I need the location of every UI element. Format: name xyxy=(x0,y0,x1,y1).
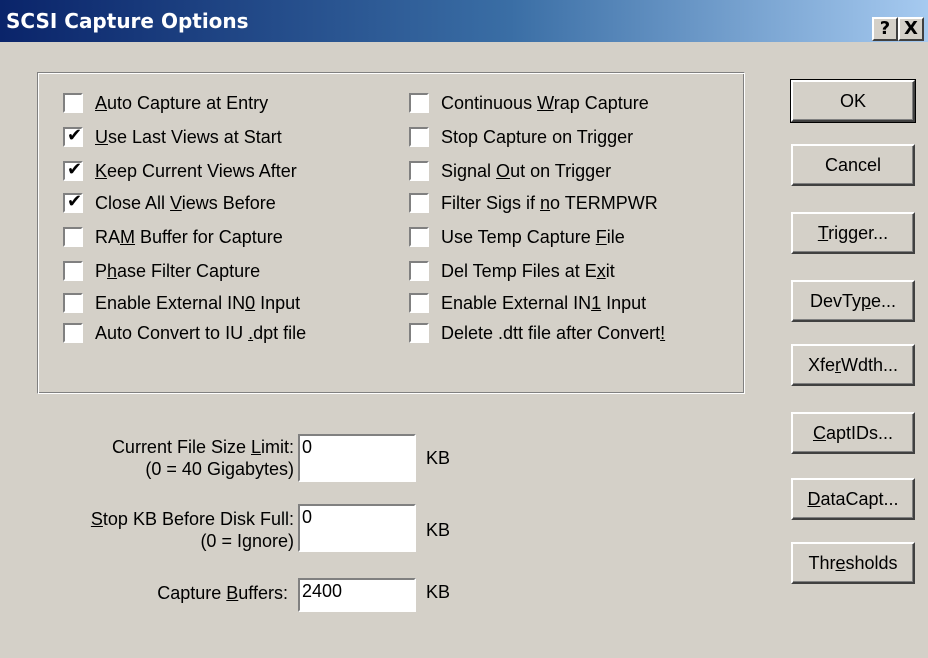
checkmark-icon: ✔ xyxy=(67,159,83,180)
checkbox-box[interactable] xyxy=(409,127,429,147)
checkbox-box[interactable] xyxy=(409,161,429,181)
trigger-button[interactable]: Trigger... xyxy=(791,212,915,254)
datacapt-button[interactable]: DataCapt... xyxy=(791,478,915,520)
checkbox-label: Stop Capture on Trigger xyxy=(441,126,634,147)
checkmark-icon: ✔ xyxy=(67,125,83,146)
checkmark-icon: ✔ xyxy=(67,191,83,212)
checkbox-label: Phase Filter Capture xyxy=(95,260,261,281)
capture-buffers-unit: KB xyxy=(426,582,451,602)
checkbox-label: Auto Convert to IU .dpt file xyxy=(95,322,307,343)
file-size-label-line1: Current File Size Limit: xyxy=(111,437,294,457)
file-size-label-line2: (0 = 40 Gigabytes) xyxy=(145,459,294,479)
checkbox-box[interactable]: ✔ xyxy=(63,125,83,147)
checkbox-auto-convert[interactable]: Auto Convert to IU .dpt file xyxy=(63,320,306,346)
stop-kb-input[interactable]: 0 xyxy=(298,504,416,552)
capture-buffers-input[interactable]: 2400 xyxy=(298,578,416,612)
checkbox-box[interactable] xyxy=(409,323,429,343)
checkbox-box[interactable] xyxy=(409,261,429,281)
checkbox-label: Use Temp Capture File xyxy=(441,226,625,247)
help-button[interactable]: ? xyxy=(872,17,898,41)
devtype-button[interactable]: DevType... xyxy=(791,280,915,322)
stop-kb-unit: KB xyxy=(426,520,451,540)
stop-kb-label-line2: (0 = Ignore) xyxy=(200,531,294,551)
file-size-unit: KB xyxy=(426,448,451,468)
checkbox-label: Filter Sigs if no TERMPWR xyxy=(441,192,658,213)
checkbox-temp-capture-file[interactable]: Use Temp Capture File xyxy=(409,224,625,250)
checkbox-label: Enable External IN0 Input xyxy=(95,292,301,313)
checkbox-external-in0[interactable]: Enable External IN0 Input xyxy=(63,290,300,316)
checkbox-stop-on-trigger[interactable]: Stop Capture on Trigger xyxy=(409,124,633,150)
checkbox-label: Delete .dtt file after Convert! xyxy=(441,322,666,343)
checkbox-label: RAM Buffer for Capture xyxy=(95,226,283,247)
checkbox-box[interactable] xyxy=(63,93,83,113)
file-size-label: Current File Size Limit: (0 = 40 Gigabyt… xyxy=(40,436,294,480)
checkbox-del-temp-files[interactable]: Del Temp Files at Exit xyxy=(409,258,615,284)
title-bar[interactable]: SCSI Capture Options ? X xyxy=(0,0,928,42)
checkbox-continuous-wrap[interactable]: Continuous Wrap Capture xyxy=(409,90,649,116)
checkbox-ram-buffer[interactable]: RAM Buffer for Capture xyxy=(63,224,283,250)
capture-buffers-label: Capture Buffers: xyxy=(157,583,288,603)
checkbox-box[interactable] xyxy=(409,227,429,247)
checkbox-label: Signal Out on Trigger xyxy=(441,160,612,181)
thresholds-button[interactable]: Thresholds xyxy=(791,542,915,584)
ok-button[interactable]: OK xyxy=(790,79,916,123)
checkbox-close-all-views[interactable]: ✔ Close All Views Before xyxy=(63,190,276,216)
checkbox-box[interactable] xyxy=(409,93,429,113)
checkbox-box[interactable] xyxy=(63,261,83,281)
checkbox-label: Auto Capture at Entry xyxy=(95,92,269,113)
stop-kb-label: Stop KB Before Disk Full: (0 = Ignore) xyxy=(10,508,294,552)
checkbox-external-in1[interactable]: Enable External IN1 Input xyxy=(409,290,646,316)
checkbox-label: Use Last Views at Start xyxy=(95,126,282,147)
checkbox-label: Close All Views Before xyxy=(95,192,276,213)
checkbox-box[interactable] xyxy=(409,293,429,313)
xferwdth-button[interactable]: XferWdth... xyxy=(791,344,915,386)
checkbox-use-last-views[interactable]: ✔ Use Last Views at Start xyxy=(63,124,282,150)
checkbox-keep-current-views[interactable]: ✔ Keep Current Views After xyxy=(63,158,297,184)
cancel-button[interactable]: Cancel xyxy=(791,144,915,186)
window-title: SCSI Capture Options xyxy=(6,9,249,33)
checkbox-filter-sigs[interactable]: Filter Sigs if no TERMPWR xyxy=(409,190,658,216)
checkbox-box[interactable] xyxy=(63,323,83,343)
file-size-input[interactable]: 0 xyxy=(298,434,416,482)
checkbox-box[interactable] xyxy=(63,227,83,247)
checkbox-phase-filter[interactable]: Phase Filter Capture xyxy=(63,258,260,284)
checkbox-auto-capture-at-entry[interactable]: Auto Capture at Entry xyxy=(63,90,268,116)
checkbox-box[interactable] xyxy=(63,293,83,313)
checkbox-delete-dtt[interactable]: Delete .dtt file after Convert! xyxy=(409,320,665,346)
close-button[interactable]: X xyxy=(898,17,924,41)
checkbox-box[interactable]: ✔ xyxy=(63,159,83,181)
checkbox-label: Enable External IN1 Input xyxy=(441,292,647,313)
checkbox-box[interactable] xyxy=(409,193,429,213)
captids-button[interactable]: CaptIDs... xyxy=(791,412,915,454)
checkbox-label: Keep Current Views After xyxy=(95,160,297,181)
checkbox-signal-out[interactable]: Signal Out on Trigger xyxy=(409,158,611,184)
checkbox-label: Continuous Wrap Capture xyxy=(441,92,649,113)
stop-kb-label-line1: Stop KB Before Disk Full: xyxy=(90,509,294,529)
checkbox-box[interactable]: ✔ xyxy=(63,191,83,213)
checkbox-label: Del Temp Files at Exit xyxy=(441,260,615,281)
